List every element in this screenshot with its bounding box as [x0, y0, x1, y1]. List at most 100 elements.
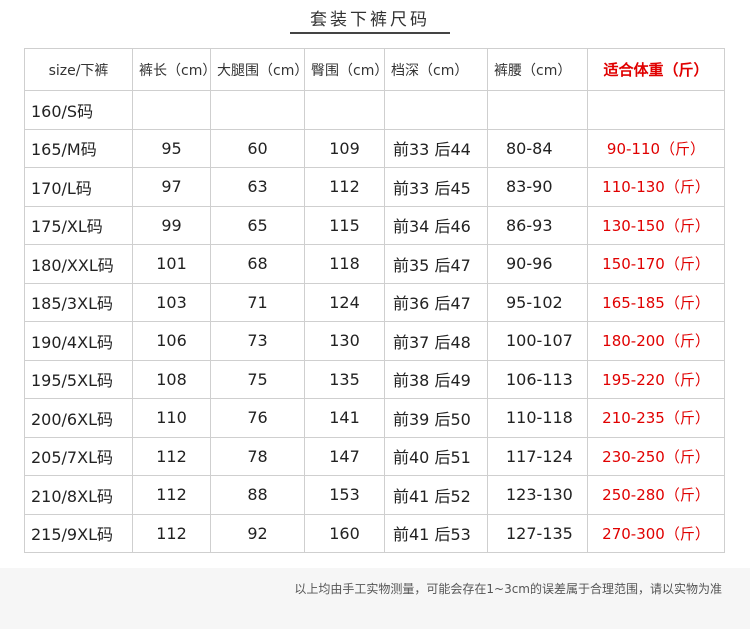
- cell-pants-length: 112: [132, 436, 211, 476]
- cell-weight: 195-220（斤）: [587, 359, 725, 399]
- cell-weight: 180-200（斤）: [587, 321, 725, 361]
- header-hip: 臀围（cm）: [304, 48, 388, 91]
- cell-size: 190/4XL码: [24, 321, 133, 361]
- cell-thigh: 78: [210, 436, 305, 476]
- cell-hip: 124: [304, 282, 385, 322]
- cell-weight: 250-280（斤）: [587, 475, 725, 515]
- cell-waist: 80-84: [487, 128, 588, 168]
- cell-pants-length: 112: [132, 513, 211, 553]
- cell-weight: [587, 90, 725, 130]
- cell-rise: 前41 后52: [384, 475, 488, 515]
- cell-thigh: 60: [210, 128, 305, 168]
- cell-waist: 95-102: [487, 282, 588, 322]
- cell-pants-length: [132, 90, 211, 130]
- title-area: 套装下裤尺码: [0, 0, 750, 40]
- page-title: 套装下裤尺码: [310, 10, 430, 30]
- header-size: size/下裤: [24, 48, 133, 91]
- footnote-text: 以上均由手工实物测量，可能会存在1~3cm的误差属于合理范围，请以实物为准: [294, 582, 722, 596]
- table-row: 200/6XL码 110 76 141 前39 后50 110-118 210-235（斤）: [24, 398, 725, 438]
- table-row: 190/4XL码 106 73 130 前37 后48 100-107 180-200（斤）: [24, 321, 725, 361]
- cell-rise: [384, 90, 488, 130]
- cell-size: 200/6XL码: [24, 398, 133, 438]
- cell-waist: 110-118: [487, 398, 588, 438]
- cell-hip: 130: [304, 321, 385, 361]
- cell-rise: 前33 后45: [384, 167, 488, 207]
- cell-thigh: 68: [210, 244, 305, 284]
- header-pants-length: 裤长（cm）: [132, 48, 216, 91]
- cell-waist: 90-96: [487, 244, 588, 284]
- cell-rise: 前40 后51: [384, 436, 488, 476]
- cell-thigh: 65: [210, 205, 305, 245]
- cell-hip: [304, 90, 385, 130]
- cell-size: 215/9XL码: [24, 513, 133, 553]
- header-waist: 裤腰（cm）: [487, 48, 588, 91]
- cell-rise: 前38 后49: [384, 359, 488, 399]
- cell-thigh: 88: [210, 475, 305, 515]
- cell-waist: 106-113: [487, 359, 588, 399]
- cell-waist: 86-93: [487, 205, 588, 245]
- table-row: 210/8XL码 112 88 153 前41 后52 123-130 250-280（斤）: [24, 475, 725, 515]
- header-rise: 档深（cm）: [384, 48, 488, 91]
- cell-hip: 160: [304, 513, 385, 553]
- cell-pants-length: 112: [132, 475, 211, 515]
- table-row: 170/L码 97 63 112 前33 后45 83-90 110-130（斤）: [24, 167, 725, 207]
- header-weight: 适合体重（斤）: [587, 48, 725, 91]
- table-body: 160/S码 165/M码 95 60 109 前33 后44 80-84 90-110（斤）…: [24, 90, 725, 553]
- cell-waist: 83-90: [487, 167, 588, 207]
- table-row: 180/XXL码 101 68 118 前35 后47 90-96 150-170（斤）: [24, 244, 725, 284]
- cell-size: 180/XXL码: [24, 244, 133, 284]
- cell-weight: 165-185（斤）: [587, 282, 725, 322]
- cell-thigh: [210, 90, 305, 130]
- table-row: 165/M码 95 60 109 前33 后44 80-84 90-110（斤）: [24, 128, 725, 168]
- table-header-row: size/下裤 裤长（cm） 大腿围（cm） 臀围（cm） 档深（cm） 裤腰（…: [24, 48, 725, 91]
- footnote-bar: 以上均由手工实物测量，可能会存在1~3cm的误差属于合理范围，请以实物为准: [0, 568, 750, 629]
- cell-rise: 前35 后47: [384, 244, 488, 284]
- cell-waist: 127-135: [487, 513, 588, 553]
- cell-weight: 110-130（斤）: [587, 167, 725, 207]
- cell-hip: 141: [304, 398, 385, 438]
- cell-hip: 147: [304, 436, 385, 476]
- table-row: 160/S码: [24, 90, 725, 130]
- cell-thigh: 71: [210, 282, 305, 322]
- cell-pants-length: 106: [132, 321, 211, 361]
- cell-size: 205/7XL码: [24, 436, 133, 476]
- cell-size: 165/M码: [24, 128, 133, 168]
- cell-rise: 前41 后53: [384, 513, 488, 553]
- cell-thigh: 75: [210, 359, 305, 399]
- cell-pants-length: 97: [132, 167, 211, 207]
- cell-pants-length: 103: [132, 282, 211, 322]
- table-row: 215/9XL码 112 92 160 前41 后53 127-135 270-300（斤）: [24, 513, 725, 553]
- cell-waist: 100-107: [487, 321, 588, 361]
- cell-thigh: 63: [210, 167, 305, 207]
- cell-waist: 117-124: [487, 436, 588, 476]
- cell-weight: 90-110（斤）: [587, 128, 725, 168]
- cell-size: 160/S码: [24, 90, 133, 130]
- cell-hip: 153: [304, 475, 385, 515]
- table-row: 195/5XL码 108 75 135 前38 后49 106-113 195-220（斤）: [24, 359, 725, 399]
- cell-thigh: 73: [210, 321, 305, 361]
- table-row: 175/XL码 99 65 115 前34 后46 86-93 130-150（斤）: [24, 205, 725, 245]
- cell-size: 175/XL码: [24, 205, 133, 245]
- cell-thigh: 76: [210, 398, 305, 438]
- title-underline: [290, 32, 450, 34]
- cell-hip: 112: [304, 167, 385, 207]
- cell-pants-length: 108: [132, 359, 211, 399]
- cell-rise: 前33 后44: [384, 128, 488, 168]
- cell-size: 185/3XL码: [24, 282, 133, 322]
- cell-hip: 135: [304, 359, 385, 399]
- cell-weight: 150-170（斤）: [587, 244, 725, 284]
- cell-size: 170/L码: [24, 167, 133, 207]
- cell-hip: 109: [304, 128, 385, 168]
- cell-weight: 230-250（斤）: [587, 436, 725, 476]
- cell-weight: 210-235（斤）: [587, 398, 725, 438]
- size-table: size/下裤 裤长（cm） 大腿围（cm） 臀围（cm） 档深（cm） 裤腰（…: [24, 48, 725, 553]
- table-row: 185/3XL码 103 71 124 前36 后47 95-102 165-185（斤）: [24, 282, 725, 322]
- cell-waist: 123-130: [487, 475, 588, 515]
- cell-rise: 前36 后47: [384, 282, 488, 322]
- cell-pants-length: 99: [132, 205, 211, 245]
- cell-weight: 130-150（斤）: [587, 205, 725, 245]
- cell-hip: 118: [304, 244, 385, 284]
- header-thigh: 大腿围（cm）: [210, 48, 308, 91]
- cell-rise: 前39 后50: [384, 398, 488, 438]
- cell-size: 195/5XL码: [24, 359, 133, 399]
